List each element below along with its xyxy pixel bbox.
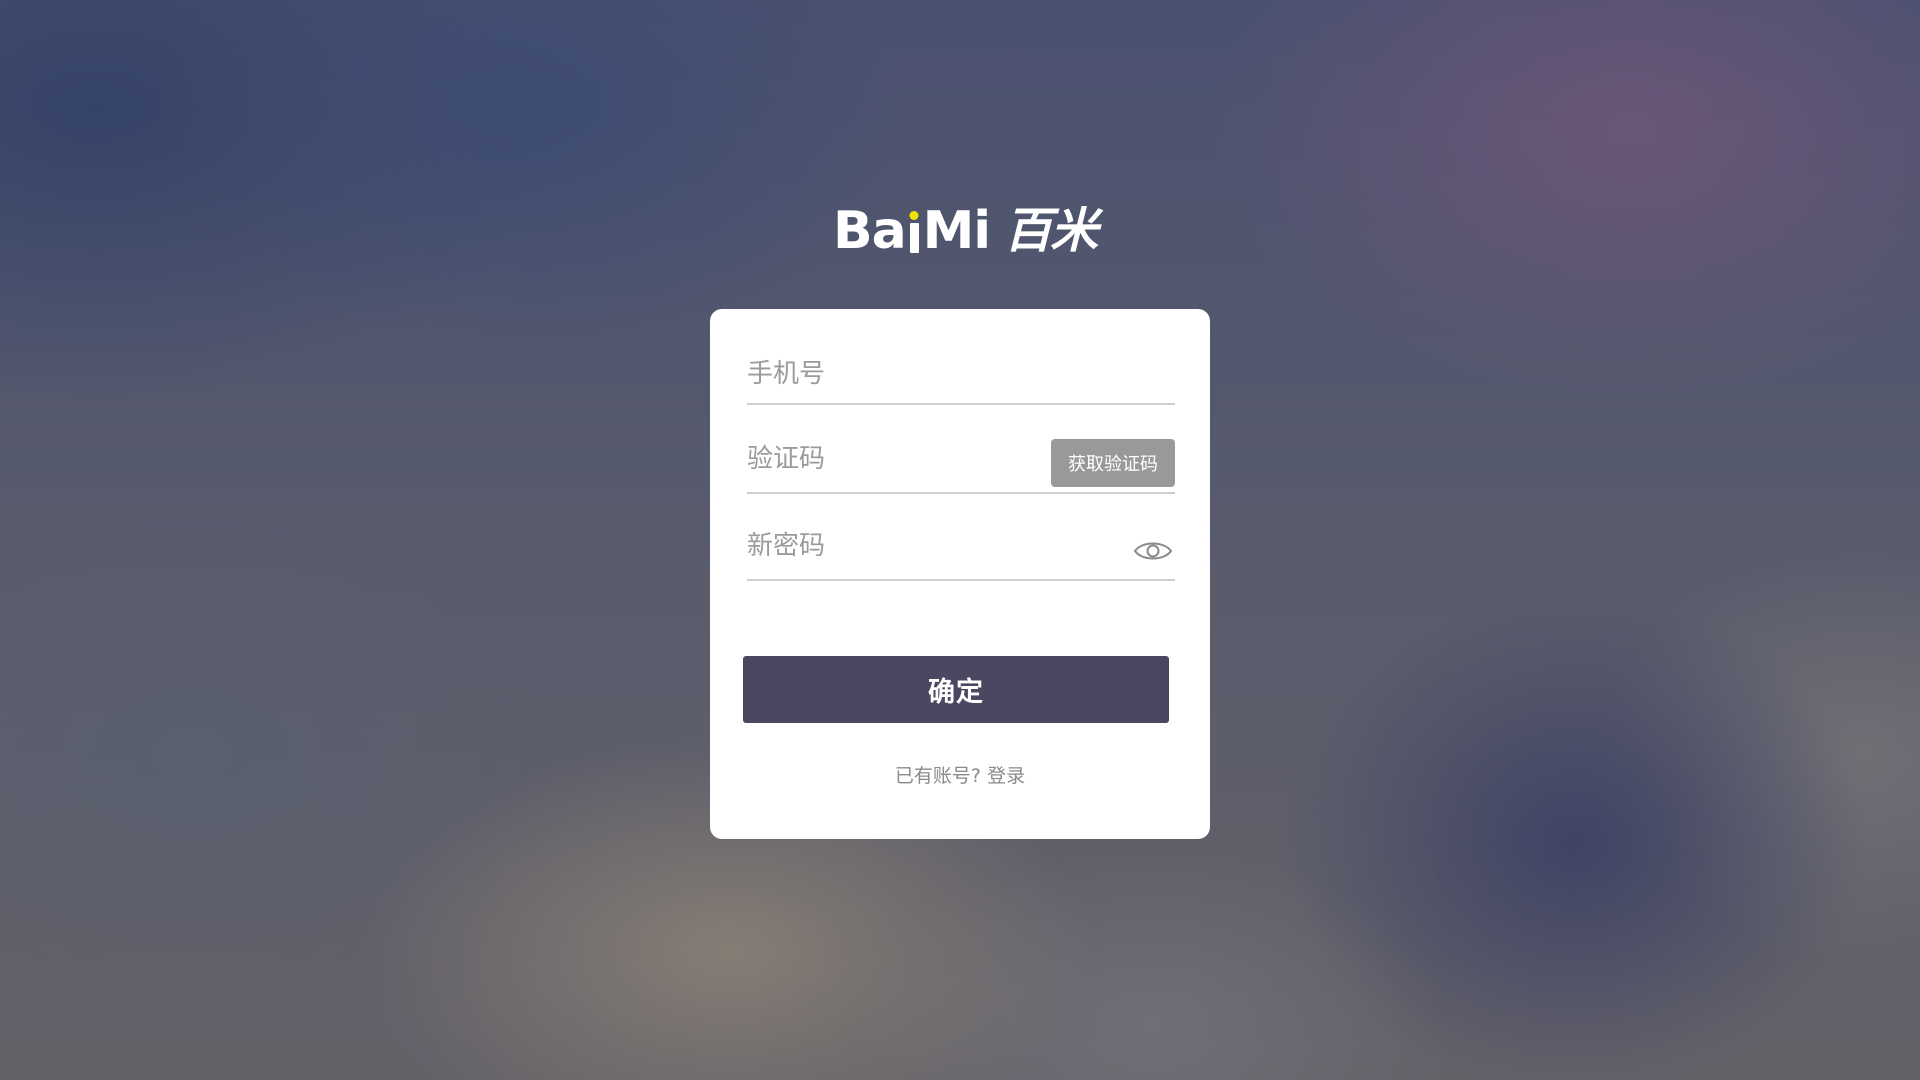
logo-letter-b: B: [833, 201, 873, 261]
logo-letter-a: a: [871, 201, 907, 261]
logo-cjk: 百米: [1004, 203, 1098, 259]
new-password-field: [747, 521, 1175, 581]
phone-input[interactable]: [747, 349, 1175, 399]
phone-field: [747, 349, 1175, 405]
eye-icon[interactable]: [1133, 531, 1173, 571]
reset-password-card: 获取验证码 确定 已有账号? 登录: [710, 309, 1210, 839]
logo-letter-i: i: [906, 203, 923, 259]
new-password-input[interactable]: [747, 521, 1107, 571]
login-link[interactable]: 登录: [987, 765, 1025, 787]
get-code-button[interactable]: 获取验证码: [1051, 439, 1175, 487]
verification-code-input[interactable]: [747, 434, 1027, 484]
logo-letters-mi: Mi: [922, 201, 992, 261]
has-account-text: 已有账号?: [894, 765, 982, 787]
verification-code-field: 获取验证码: [747, 434, 1175, 494]
logo-latin: BaiMi: [833, 201, 992, 261]
brand-logo: BaiMi 百米: [833, 201, 1098, 261]
login-prompt: 已有账号? 登录: [710, 761, 1210, 788]
confirm-button[interactable]: 确定: [743, 656, 1169, 723]
logo-accent-dot: [909, 211, 919, 220]
